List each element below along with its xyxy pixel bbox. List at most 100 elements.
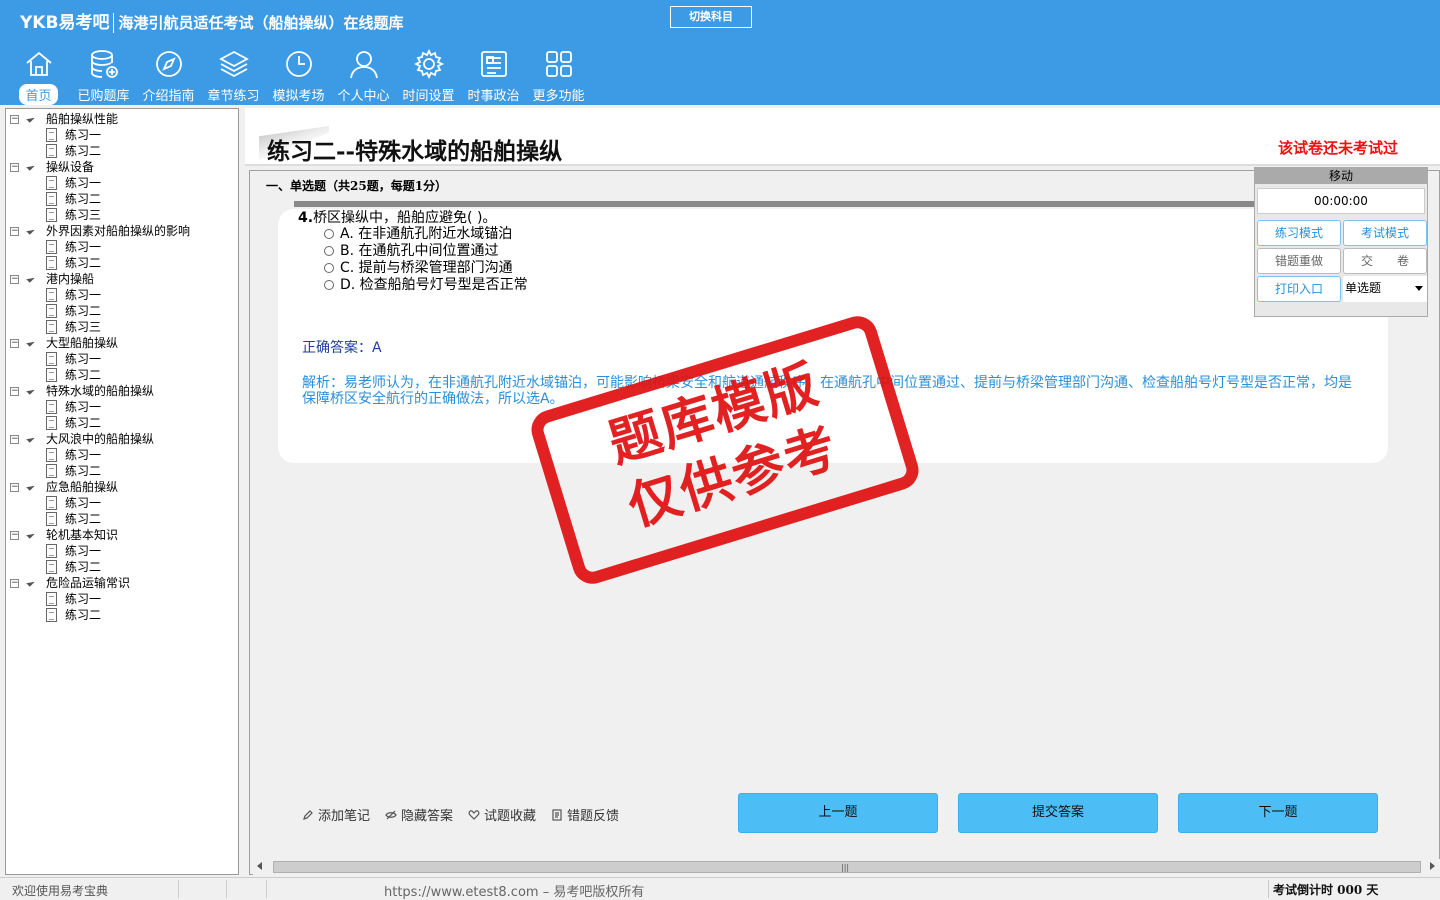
grip-icon: ||| [841, 863, 850, 872]
tree-exercise-item[interactable]: 练习二 [6, 559, 236, 575]
tree-exercise-item[interactable]: 练习一 [6, 351, 236, 367]
tree-category[interactable]: − 轮机基本知识 [6, 527, 236, 543]
nav-purchased[interactable]: 已购题库 [71, 46, 136, 104]
option-label: C. 提前与桥梁管理部门沟通 [340, 260, 513, 276]
nav-time-settings[interactable]: 时间设置 [396, 46, 461, 104]
scroll-left-icon[interactable] [257, 862, 262, 870]
collapse-toggle-icon[interactable]: − [10, 163, 19, 172]
document-icon [46, 128, 57, 142]
tree-exercise-item[interactable]: 练习一 [6, 591, 236, 607]
collapse-toggle-icon[interactable]: − [10, 227, 19, 236]
brand-logo: YKB易考吧 [20, 13, 110, 33]
tree-exercise-label: 练习一 [65, 592, 102, 606]
tree-exercise-item[interactable]: 练习三 [6, 207, 236, 223]
home-icon [25, 51, 52, 76]
practice-mode-button[interactable]: 练习模式 [1257, 220, 1341, 246]
correct-answer: 正确答案：A [302, 337, 382, 357]
collapse-toggle-icon[interactable]: − [10, 531, 19, 540]
nav-guide[interactable]: 介绍指南 [136, 46, 201, 104]
tree-exercise-item[interactable]: 练习二 [6, 143, 236, 159]
tree-category-label: 大型船舶操纵 [46, 336, 119, 350]
tree-exercise-label: 练习二 [65, 368, 102, 382]
tree-exercise-item[interactable]: 练习一 [6, 287, 236, 303]
prev-question-button[interactable]: 上一题 [738, 793, 938, 833]
collapse-toggle-icon[interactable]: − [10, 339, 19, 348]
add-note-button[interactable]: 添加笔记 [302, 805, 370, 824]
scroll-right-icon[interactable] [1430, 862, 1435, 870]
tree-category[interactable]: − 港内操船 [6, 271, 236, 287]
collapse-toggle-icon[interactable]: − [10, 115, 19, 124]
tree-exercise-item[interactable]: 练习一 [6, 495, 236, 511]
next-question-button[interactable]: 下一题 [1178, 793, 1378, 833]
favorite-button[interactable]: 试题收藏 [468, 805, 536, 824]
chapter-tree: − 船舶操纵性能 练习一 练习二 − 操纵设备 练习一 练习二 练习三 − 外界因素对船舶操纵的影响… [5, 108, 239, 875]
tree-exercise-item[interactable]: 练习一 [6, 127, 236, 143]
radio-button[interactable] [324, 263, 334, 273]
tree-exercise-item[interactable]: 练习二 [6, 607, 236, 623]
nav-profile[interactable]: 个人中心 [331, 46, 396, 104]
nav-home[interactable]: 首页 [6, 46, 71, 105]
tree-exercise-item[interactable]: 练习二 [6, 255, 236, 271]
radio-button[interactable] [324, 246, 334, 256]
tree-category[interactable]: − 危险品运输常识 [6, 575, 236, 591]
tree-category[interactable]: − 应急船舶操纵 [6, 479, 236, 495]
tree-category[interactable]: − 特殊水域的船舶操纵 [6, 383, 236, 399]
tree-category[interactable]: − 大型船舶操纵 [6, 335, 236, 351]
main-nav: 首页 已购题库 介绍指南 章节练习 模拟考场 个人中心 时间设置 时事政治 更多… [6, 46, 591, 105]
user-icon [349, 51, 378, 79]
radio-button[interactable] [324, 229, 334, 239]
print-button[interactable]: 打印入口 [1257, 276, 1341, 302]
tree-exercise-item[interactable]: 练习一 [6, 399, 236, 415]
document-icon [46, 352, 57, 366]
tree-exercise-label: 练习二 [65, 256, 102, 270]
tree-exercise-item[interactable]: 练习三 [6, 319, 236, 335]
tree-exercise-item[interactable]: 练习二 [6, 191, 236, 207]
tree-exercise-item[interactable]: 练习一 [6, 175, 236, 191]
tree-category[interactable]: − 船舶操纵性能 [6, 111, 236, 127]
document-icon [46, 608, 57, 622]
hide-answer-button[interactable]: 隐藏答案 [385, 805, 453, 824]
tree-category[interactable]: − 外界因素对船舶操纵的影响 [6, 223, 236, 239]
tree-exercise-item[interactable]: 练习二 [6, 303, 236, 319]
option-b[interactable]: B. 在通航孔中间位置通过 [324, 243, 499, 260]
collapse-toggle-icon[interactable]: − [10, 435, 19, 444]
switch-subject-button[interactable]: 切换科目 [670, 6, 752, 28]
question-text: 4.桥区操纵中，船舶应避免( )。 [298, 207, 496, 227]
collapse-toggle-icon[interactable]: − [10, 483, 19, 492]
tree-exercise-item[interactable]: 练习一 [6, 447, 236, 463]
tree-exercise-item[interactable]: 练习二 [6, 511, 236, 527]
tree-exercise-item[interactable]: 练习二 [6, 463, 236, 479]
nav-current-affairs[interactable]: 时事政治 [461, 46, 526, 104]
submit-answer-button[interactable]: 提交答案 [958, 793, 1158, 833]
tree-exercise-label: 练习一 [65, 352, 102, 366]
collapse-toggle-icon[interactable]: − [10, 275, 19, 284]
tree-category[interactable]: − 操纵设备 [6, 159, 236, 175]
nav-more[interactable]: 更多功能 [526, 46, 591, 104]
tree-exercise-item[interactable]: 练习二 [6, 367, 236, 383]
question-type-select[interactable]: 单选题 [1343, 276, 1427, 302]
option-c[interactable]: C. 提前与桥梁管理部门沟通 [324, 260, 513, 277]
answer-label: 正确答案： [302, 340, 372, 356]
horizontal-scrollbar[interactable]: ||| [253, 859, 1440, 875]
tree-exercise-label: 练习二 [65, 464, 102, 478]
nav-chapter[interactable]: 章节练习 [201, 46, 266, 104]
radio-button[interactable] [324, 280, 334, 290]
tree-exercise-item[interactable]: 练习二 [6, 415, 236, 431]
pencil-icon [303, 810, 313, 820]
exam-mode-button[interactable]: 考试模式 [1343, 220, 1427, 246]
favorite-label: 试题收藏 [484, 809, 537, 824]
tree-category[interactable]: − 大风浪中的船舶操纵 [6, 431, 236, 447]
option-d[interactable]: D. 检查船舶号灯号型是否正常 [324, 277, 528, 294]
question-stem: 桥区操纵中，船舶应避免( )。 [313, 210, 497, 226]
feedback-button[interactable]: 错题反馈 [551, 805, 619, 824]
panel-move-handle[interactable]: 移动 [1255, 168, 1427, 184]
option-a[interactable]: A. 在非通航孔附近水域锚泊 [324, 226, 512, 243]
redo-wrong-button[interactable]: 错题重做 [1257, 248, 1341, 274]
nav-mock-exam[interactable]: 模拟考场 [266, 46, 331, 104]
tree-exercise-item[interactable]: 练习一 [6, 543, 236, 559]
tree-exercise-label: 练习二 [65, 304, 102, 318]
submit-paper-button[interactable]: 交 卷 [1343, 248, 1427, 274]
collapse-toggle-icon[interactable]: − [10, 579, 19, 588]
collapse-toggle-icon[interactable]: − [10, 387, 19, 396]
tree-exercise-item[interactable]: 练习一 [6, 239, 236, 255]
